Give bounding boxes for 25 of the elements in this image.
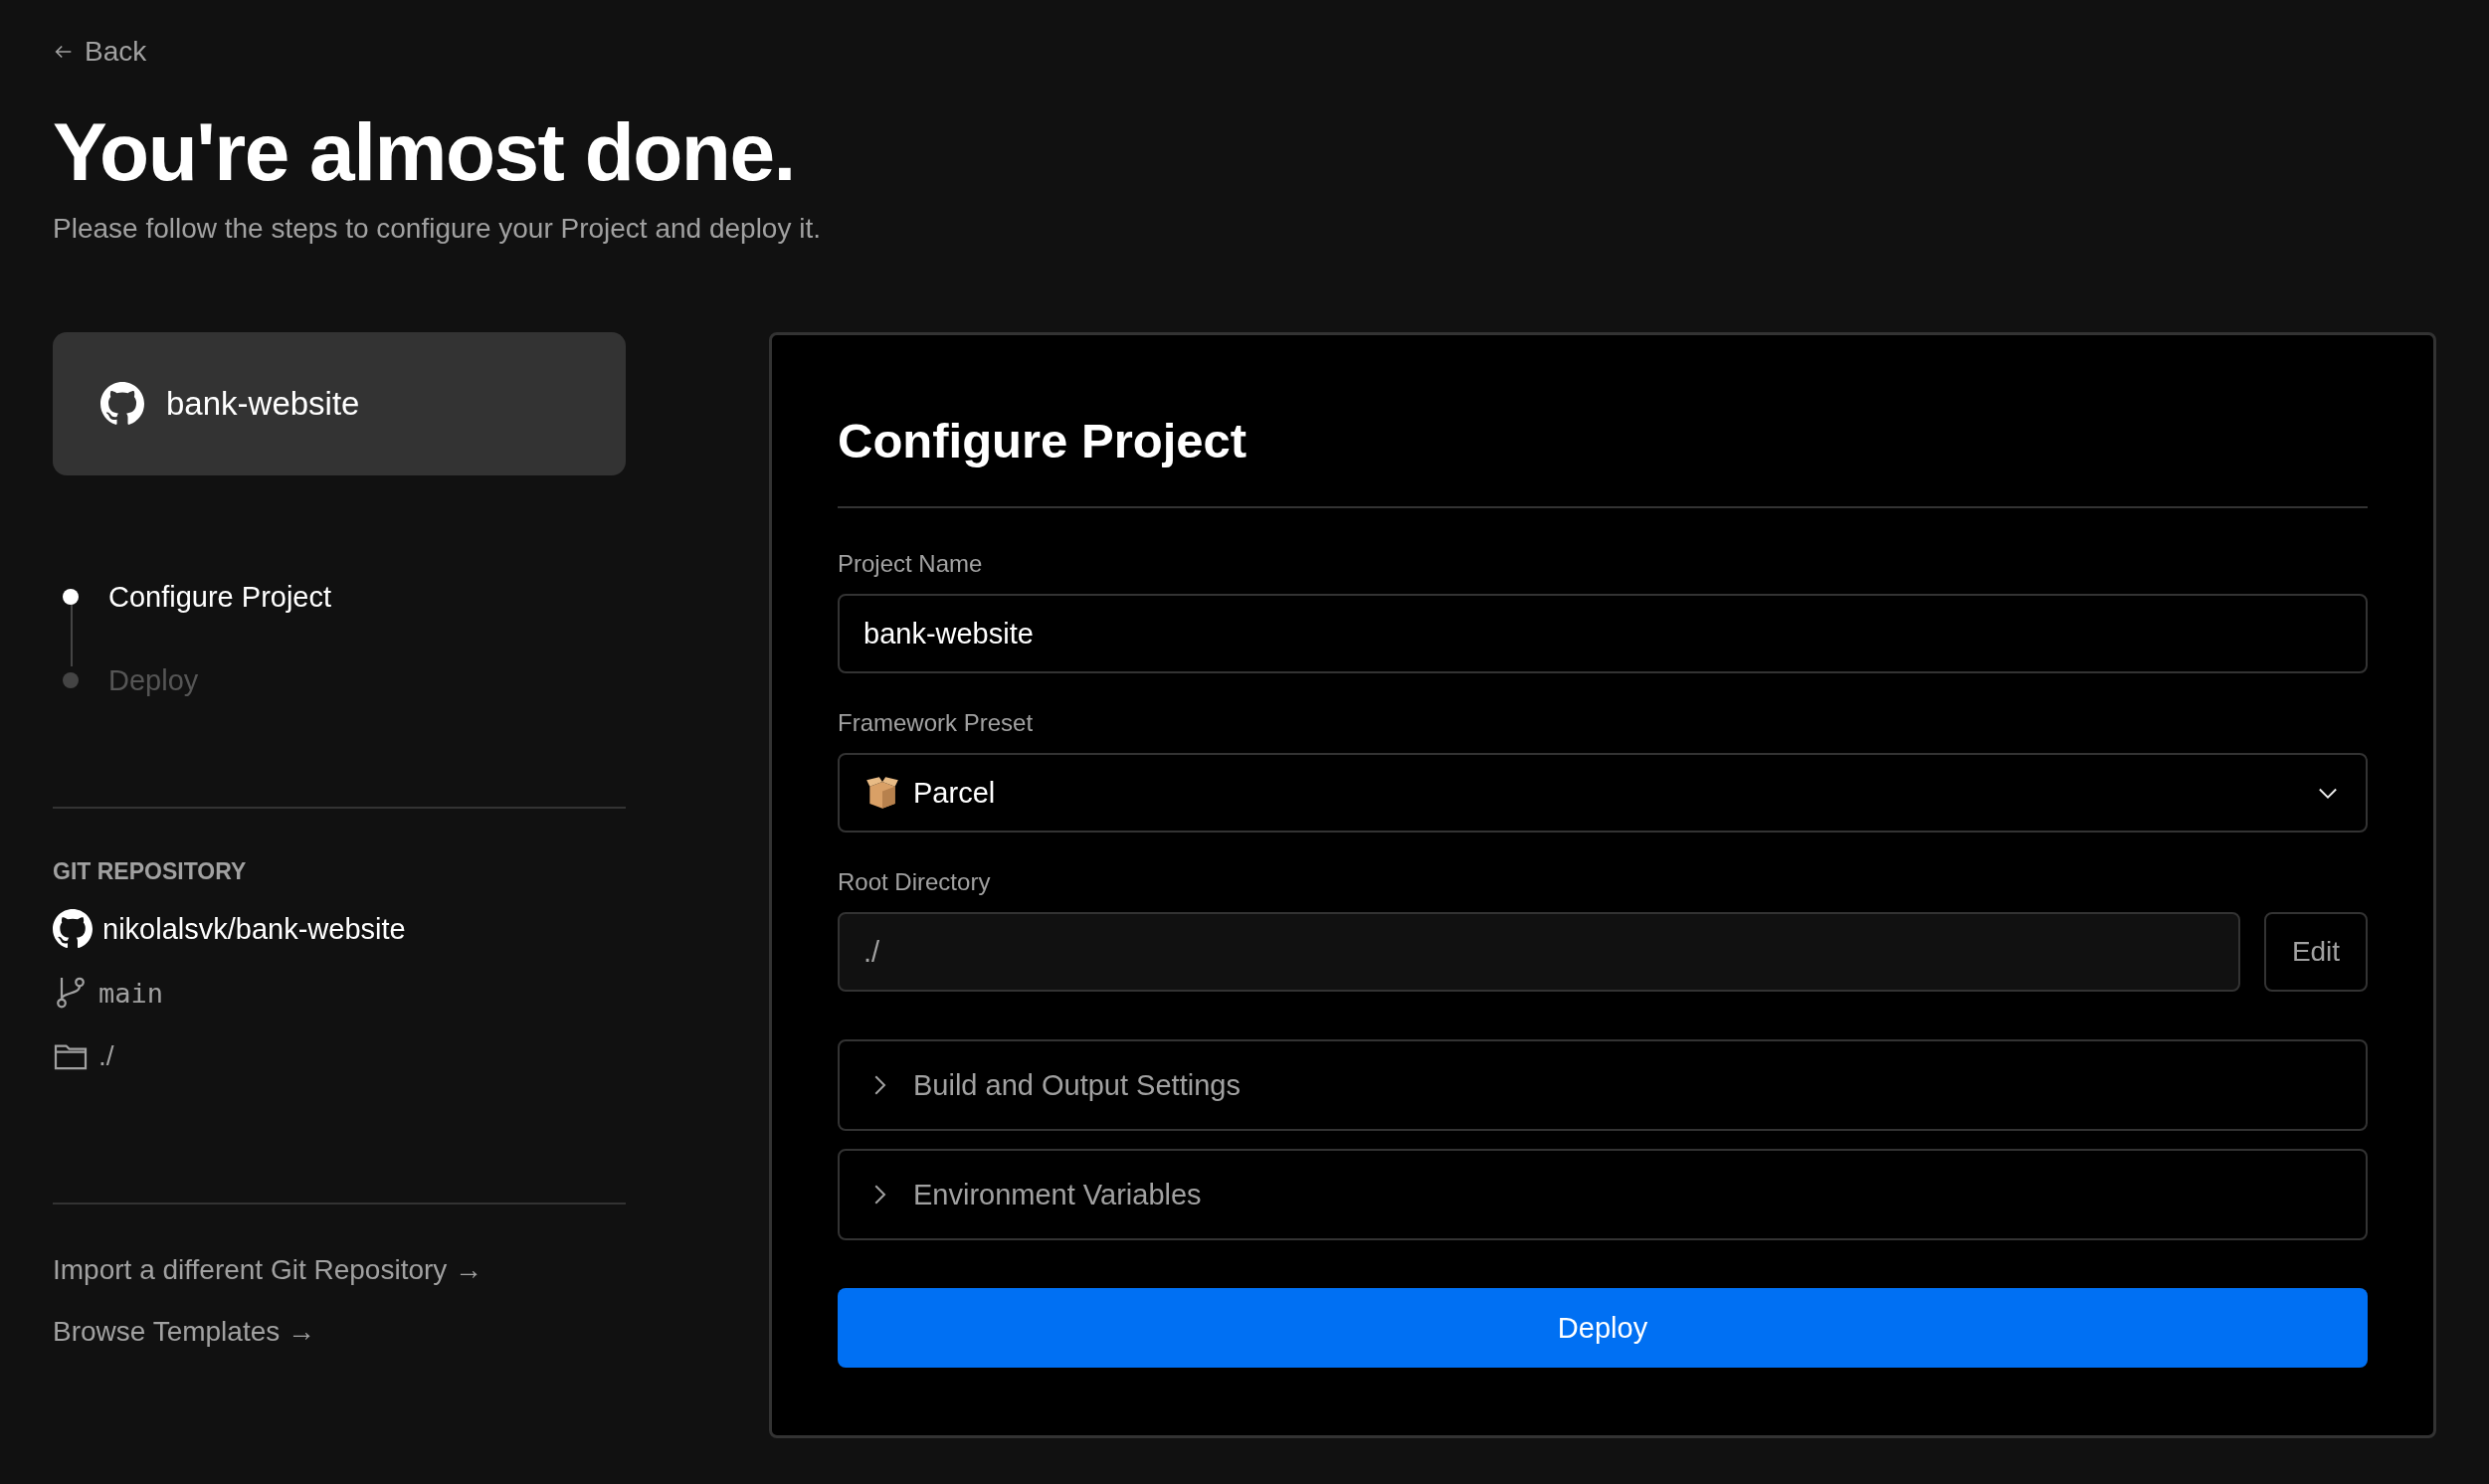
deploy-button[interactable]: Deploy	[838, 1288, 2368, 1369]
page-title: You're almost done.	[53, 107, 796, 198]
back-link[interactable]: Back	[53, 36, 147, 68]
card-title: Configure Project	[838, 413, 1248, 469]
repo-name: bank-website	[166, 385, 360, 424]
field-label: Root Directory	[838, 868, 992, 897]
repo-link[interactable]: nikolalsvk/bank-website	[102, 912, 406, 946]
field-label: Framework Preset	[838, 709, 1035, 738]
github-icon	[100, 382, 144, 427]
directory-path: ./	[98, 1040, 114, 1073]
section-heading: GIT REPOSITORY	[53, 858, 248, 886]
settings-accordion[interactable]: Environment Variables	[838, 1149, 2368, 1241]
github-icon	[53, 909, 93, 950]
side-link[interactable]: Browse Templates →	[53, 1316, 626, 1349]
project-name-field[interactable]: bank-website	[838, 594, 2368, 674]
field-label: Project Name	[838, 550, 984, 579]
page-subtitle: Please follow the steps to configure your Project and deploy it.	[53, 213, 822, 246]
side-link[interactable]: Import a different Git Repository →	[53, 1254, 626, 1287]
step-label: Configure Project	[108, 580, 332, 614]
step-label: Deploy	[108, 663, 199, 697]
edit-button[interactable]: Edit	[2264, 912, 2368, 993]
branch-name: main	[98, 977, 164, 1009]
settings-accordion[interactable]: Build and Output Settings	[838, 1039, 2368, 1132]
framework-select[interactable]: Parcel	[838, 753, 2368, 834]
root-directory-field[interactable]: ./	[838, 912, 2240, 993]
